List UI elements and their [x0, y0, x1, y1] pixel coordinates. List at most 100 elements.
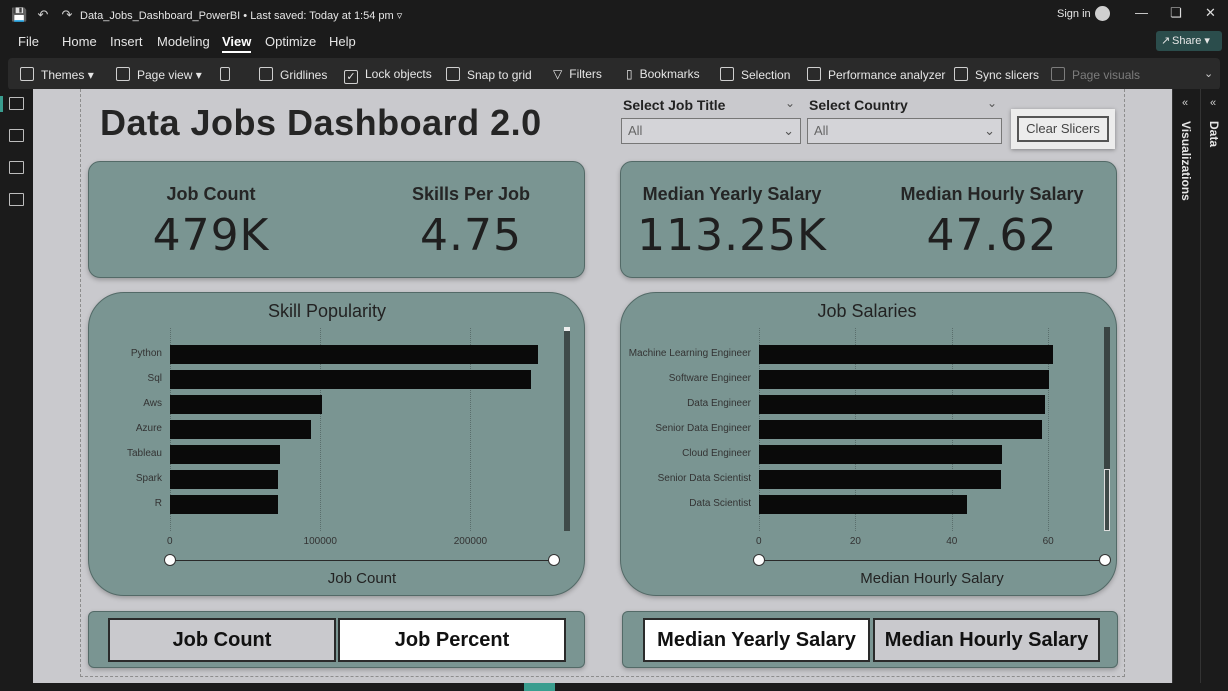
bookmark-icon: ▯ [626, 67, 633, 81]
menu-optimize[interactable]: Optimize [265, 34, 316, 49]
report-view-icon[interactable] [9, 97, 24, 110]
x-tick-label: 0 [756, 536, 762, 547]
minimize-icon[interactable]: — [1135, 5, 1148, 20]
x-tick-label: 40 [946, 536, 958, 547]
checkmark-icon: ✓ [344, 70, 358, 84]
bar[interactable] [759, 395, 1046, 414]
chart-title: Skill Popularity [267, 301, 387, 321]
share-button[interactable]: ↗ Share ▾ [1156, 31, 1222, 51]
expand-icon[interactable]: « [1182, 97, 1188, 109]
chevron-down-icon: ⌄ [984, 123, 995, 138]
expand-icon[interactable]: « [1210, 97, 1216, 109]
x-tick-label: 100000 [303, 536, 337, 547]
x-tick-label: 20 [849, 536, 861, 547]
page-visuals-button[interactable]: Page visuals [1051, 67, 1140, 82]
bar[interactable] [170, 345, 538, 364]
themes-button[interactable]: Themes ▾ [20, 67, 94, 82]
bar[interactable] [170, 445, 281, 464]
median-yearly-label: Median Yearly Salary [642, 184, 822, 204]
menu-help[interactable]: Help [329, 34, 356, 49]
bar[interactable] [170, 370, 532, 389]
menu-home[interactable]: Home [62, 34, 97, 49]
data-pane-label[interactable]: Data [1207, 121, 1221, 147]
chevron-down-icon[interactable]: ⌄ [785, 96, 795, 110]
country-dropdown[interactable]: All ⌄ [807, 118, 1002, 144]
gridlines-checkbox[interactable]: Gridlines [259, 67, 327, 82]
mobile-layout-button[interactable] [220, 67, 237, 82]
menu-view[interactable]: View [222, 34, 252, 53]
dax-query-icon[interactable] [9, 193, 24, 206]
bar[interactable] [170, 495, 279, 514]
visualizations-pane-label[interactable]: Visualizations [1179, 121, 1193, 201]
job-title-dropdown[interactable]: All ⌄ [621, 118, 801, 144]
scrollbar[interactable] [564, 327, 570, 531]
menu-bar: File Home Insert Modeling View Optimize … [0, 30, 1228, 56]
bar[interactable] [759, 445, 1003, 464]
category-label: Machine Learning Engineer [628, 348, 751, 359]
close-icon[interactable]: ✕ [1205, 5, 1216, 21]
page-tab-active[interactable] [524, 683, 555, 691]
save-icon[interactable]: 💾 [11, 7, 27, 23]
snap-to-grid-checkbox[interactable]: Snap to grid [446, 67, 532, 82]
x-axis-title: Median Hourly Salary [860, 570, 1004, 587]
sync-icon [954, 67, 968, 81]
x-tick-label: 60 [1042, 536, 1054, 547]
bar[interactable] [170, 420, 312, 439]
job-percent-toggle[interactable]: Job Percent [338, 618, 566, 662]
bookmarks-button[interactable]: ▯ Bookmarks [626, 67, 700, 81]
performance-icon [807, 67, 821, 81]
page-view-icon [116, 67, 130, 81]
document-title[interactable]: Data_Jobs_Dashboard_PowerBI • Last saved… [80, 9, 402, 22]
slider-handle-end[interactable] [1099, 554, 1111, 566]
menu-insert[interactable]: Insert [110, 34, 143, 49]
category-label: Sql [147, 373, 162, 384]
bar[interactable] [170, 395, 322, 414]
title-bar: 💾 ↶ ↷ Data_Jobs_Dashboard_PowerBI • Last… [0, 0, 1228, 30]
job-title-slicer-label: Select Job Title [623, 97, 726, 113]
dashboard-title: Data Jobs Dashboard 2.0 [100, 102, 542, 143]
slider-handle-end[interactable] [548, 554, 560, 566]
bar[interactable] [759, 345, 1053, 364]
bar[interactable] [759, 370, 1050, 389]
menu-file[interactable]: File [18, 34, 39, 49]
bar[interactable] [759, 495, 968, 514]
slider-handle-start[interactable] [164, 554, 176, 566]
menu-modeling[interactable]: Modeling [157, 34, 210, 49]
category-label: Senior Data Engineer [655, 423, 751, 434]
category-label: Data Engineer [687, 398, 751, 409]
scrollbar[interactable] [1104, 327, 1110, 531]
data-pane[interactable]: « Data [1200, 89, 1228, 683]
median-yearly-toggle[interactable]: Median Yearly Salary [643, 618, 870, 662]
bar[interactable] [759, 420, 1043, 439]
filters-button[interactable]: ▽ Filters [553, 67, 602, 81]
powerbi-window: 💾 ↶ ↷ Data_Jobs_Dashboard_PowerBI • Last… [0, 0, 1228, 691]
selection-button[interactable]: Selection [720, 67, 790, 82]
undo-icon[interactable]: ↶ [35, 7, 51, 23]
avatar[interactable] [1095, 6, 1110, 21]
visualizations-pane[interactable]: « Visualizations [1172, 89, 1200, 683]
category-label: Cloud Engineer [682, 448, 751, 459]
restore-icon[interactable]: ❏ [1170, 5, 1182, 21]
performance-analyzer-button[interactable]: Performance analyzer [807, 67, 945, 82]
themes-icon [20, 67, 34, 81]
median-hourly-toggle[interactable]: Median Hourly Salary [873, 618, 1100, 662]
model-view-icon[interactable] [9, 161, 24, 174]
job-count-label: Job Count [166, 184, 256, 204]
category-label: Azure [135, 423, 162, 434]
sync-slicers-button[interactable]: Sync slicers [954, 67, 1039, 82]
sign-in-link[interactable]: Sign in [1057, 8, 1091, 20]
page-view-button[interactable]: Page view ▾ [116, 67, 202, 82]
chevron-down-icon[interactable]: ⌄ [987, 96, 997, 110]
bar[interactable] [759, 470, 1002, 489]
category-label: Software Engineer [668, 373, 751, 384]
bar[interactable] [170, 470, 279, 489]
job-count-value: 479K [152, 210, 270, 261]
job-count-toggle[interactable]: Job Count [108, 618, 336, 662]
redo-icon[interactable]: ↷ [59, 7, 75, 23]
slider-handle-start[interactable] [753, 554, 765, 566]
chevron-down-icon: ⌄ [783, 123, 794, 138]
chevron-down-icon[interactable]: ⌄ [1204, 67, 1213, 80]
clear-slicers-button[interactable]: Clear Slicers [1011, 109, 1115, 149]
table-view-icon[interactable] [9, 129, 24, 142]
lock-objects-checkbox[interactable]: ✓ Lock objects [344, 67, 432, 84]
